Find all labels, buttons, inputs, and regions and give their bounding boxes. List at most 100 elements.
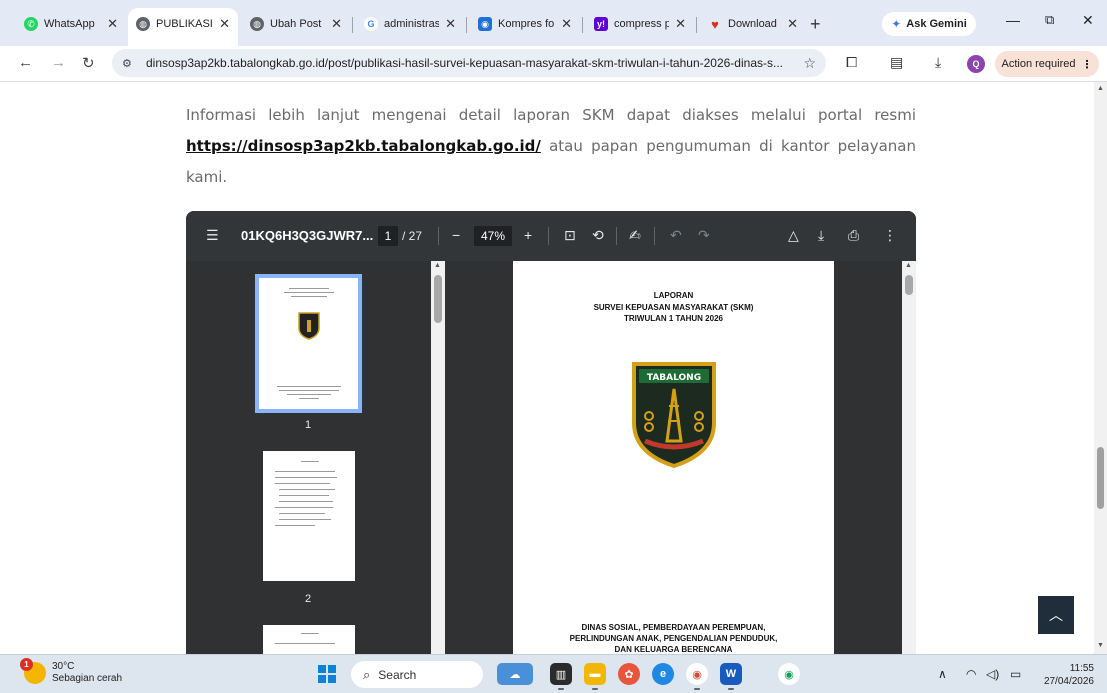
chrome-profile-icon[interactable]: ◉	[778, 663, 800, 685]
reading-mode-icon[interactable]: ▤	[890, 54, 903, 71]
gemini-spark-icon: ✦	[891, 17, 902, 31]
tab-administrasi[interactable]: G administrasi ✕	[356, 8, 464, 40]
bookmark-star-icon[interactable]: ☆	[803, 55, 816, 72]
widgets-icon[interactable]: ☁	[497, 663, 533, 685]
tray-chevron-icon[interactable]: ∧	[938, 667, 947, 681]
restore-icon[interactable]: ⧉	[1045, 12, 1054, 28]
print-icon[interactable]: ⎙	[848, 227, 859, 244]
wifi-icon[interactable]: ◠	[966, 667, 976, 681]
thumbnail-page-3[interactable]	[263, 625, 355, 654]
edge-icon[interactable]: e	[652, 663, 674, 685]
portal-link[interactable]: https://dinsosp3ap2kb.tabalongkab.go.id/	[186, 137, 541, 155]
task-view-icon[interactable]: ▥	[550, 663, 572, 690]
address-bar[interactable]: ⚙ dinsosp3ap2kb.tabalongkab.go.id/post/p…	[112, 49, 826, 77]
toolbar-divider	[616, 227, 617, 245]
extensions-icon[interactable]: ⧠	[846, 54, 857, 71]
word-icon[interactable]: W	[720, 663, 742, 690]
tab-separator	[466, 17, 467, 33]
tab-strip: ✆ WhatsApp ✕ ◍ PUBLIKASI ✕ ◍ Ubah Post ✕…	[0, 0, 1107, 46]
chrome-icon[interactable]: ◉	[686, 663, 708, 690]
thumbnail-page-2[interactable]	[263, 451, 355, 581]
undo-icon[interactable]: ↶	[670, 227, 682, 244]
fit-page-icon[interactable]: ⊡	[564, 227, 576, 244]
zoom-out-icon[interactable]: −	[452, 227, 460, 243]
document-scrollbar[interactable]: ▲	[902, 261, 916, 654]
profile-avatar[interactable]: Q	[967, 55, 985, 73]
thumbnail-scrollbar[interactable]: ▲	[431, 261, 445, 654]
redo-icon[interactable]: ↷	[698, 227, 710, 244]
scroll-up-icon[interactable]: ▲	[1097, 85, 1104, 92]
taskbar-search[interactable]: ⌕ Search	[351, 661, 483, 688]
windows-taskbar: 1 30°C Sebagian cerah ⌕ Search ☁ ▥ ▬ ✿ e…	[0, 654, 1107, 693]
draw-icon[interactable]: ✍	[629, 227, 641, 244]
close-icon[interactable]: ✕	[331, 16, 342, 32]
weather-widget[interactable]: 1 30°C Sebagian cerah	[20, 658, 122, 685]
compress-icon: ◉	[478, 17, 492, 31]
rotate-icon[interactable]: ⟲	[592, 227, 604, 244]
back-icon[interactable]: ←	[18, 54, 33, 71]
doc-period: TRIWULAN 1 TAHUN 2026	[624, 314, 723, 323]
thumbnail-page-1[interactable]	[255, 274, 362, 413]
thumbnail-label: 1	[304, 419, 312, 431]
site-info-icon[interactable]: ⚙	[122, 57, 138, 70]
photos-icon[interactable]: ✿	[618, 663, 640, 685]
pdf-download-icon[interactable]: ⤓	[818, 227, 824, 244]
scroll-thumb[interactable]	[1097, 447, 1104, 509]
close-icon[interactable]: ✕	[219, 16, 230, 32]
notification-badge: 1	[20, 658, 33, 671]
scroll-thumb[interactable]	[434, 275, 442, 323]
scroll-up-icon[interactable]: ▲	[905, 262, 912, 269]
tab-download[interactable]: ♥ Download ✕	[700, 8, 806, 40]
tab-whatsapp[interactable]: ✆ WhatsApp ✕	[16, 8, 126, 40]
reload-icon[interactable]: ↻	[82, 54, 95, 72]
scroll-down-icon[interactable]: ▼	[1097, 642, 1104, 649]
yahoo-icon: y!	[594, 17, 608, 31]
weather-sun-icon: 1	[20, 658, 46, 684]
download-icon[interactable]: ⤓	[935, 54, 941, 71]
page-scrollbar[interactable]: ▲ ▼	[1094, 82, 1107, 654]
battery-icon[interactable]: ▭	[1010, 667, 1021, 681]
globe-icon: ◍	[250, 17, 264, 31]
back-to-top-button[interactable]: ︿	[1038, 596, 1074, 634]
doc-footer-3: DAN KELUARGA BERENCANA	[614, 645, 733, 654]
search-icon: ⌕	[363, 666, 371, 682]
windows-start-icon[interactable]	[318, 665, 336, 683]
screen: ✆ WhatsApp ✕ ◍ PUBLIKASI ✕ ◍ Ubah Post ✕…	[0, 0, 1107, 693]
scroll-thumb[interactable]	[905, 275, 913, 295]
zoom-input[interactable]: 47%	[474, 226, 512, 246]
scroll-up-icon[interactable]: ▲	[434, 262, 441, 269]
doc-footer-1: DINAS SOSIAL, PEMBERDAYAAN PEREMPUAN,	[581, 623, 766, 632]
whatsapp-icon: ✆	[24, 17, 38, 31]
forward-icon[interactable]: →	[51, 54, 66, 71]
action-required-button[interactable]: Action required ⋮	[995, 51, 1099, 77]
doc-footer-2: PERLINDUNGAN ANAK, PENGENDALIAN PENDUDUK…	[569, 634, 778, 643]
volume-icon[interactable]: ◁)	[986, 667, 999, 681]
close-window-icon[interactable]: ✕	[1082, 12, 1094, 29]
close-icon[interactable]: ✕	[107, 16, 118, 32]
file-explorer-icon[interactable]: ▬	[584, 663, 606, 690]
tab-ubah-post[interactable]: ◍ Ubah Post ✕	[242, 8, 350, 40]
new-tab-button[interactable]: +	[810, 14, 821, 35]
menu-icon[interactable]: ☰	[206, 227, 219, 244]
more-options-icon[interactable]: ⋮	[883, 227, 897, 244]
drive-save-icon[interactable]: △	[788, 227, 799, 244]
page-number-input[interactable]: 1	[378, 226, 398, 246]
close-icon[interactable]: ✕	[787, 16, 798, 32]
pdf-toolbar: ☰ 01KQ6H3Q3GJWR7... 1 / 27 − 47% + ⊡ ⟲ ✍…	[186, 211, 916, 261]
ask-gemini-button[interactable]: ✦ Ask Gemini	[882, 12, 976, 36]
tab-compress-pdf[interactable]: y! compress p ✕	[586, 8, 694, 40]
thumbnail-pane: 1 2	[186, 261, 431, 654]
close-icon[interactable]: ✕	[675, 16, 686, 32]
toolbar-divider	[548, 227, 549, 245]
document-page: LAPORAN SURVEI KEPUASAN MASYARAKAT (SKM)…	[513, 261, 834, 654]
article-paragraph: Informasi lebih lanjut mengenai detail l…	[186, 106, 916, 186]
menu-dots-icon: ⋮	[1081, 58, 1093, 71]
minimize-icon[interactable]: —	[1006, 12, 1020, 28]
close-icon[interactable]: ✕	[445, 16, 456, 32]
close-icon[interactable]: ✕	[561, 16, 572, 32]
tab-publikasi[interactable]: ◍ PUBLIKASI ✕	[128, 8, 238, 46]
browser-toolbar: ← → ↻ ⚙ dinsosp3ap2kb.tabalongkab.go.id/…	[0, 46, 1107, 82]
zoom-in-icon[interactable]: +	[524, 227, 532, 243]
tab-kompres-foto[interactable]: ◉ Kompres fo ✕	[470, 8, 580, 40]
system-clock[interactable]: 11:55 27/04/2026	[1036, 662, 1094, 688]
